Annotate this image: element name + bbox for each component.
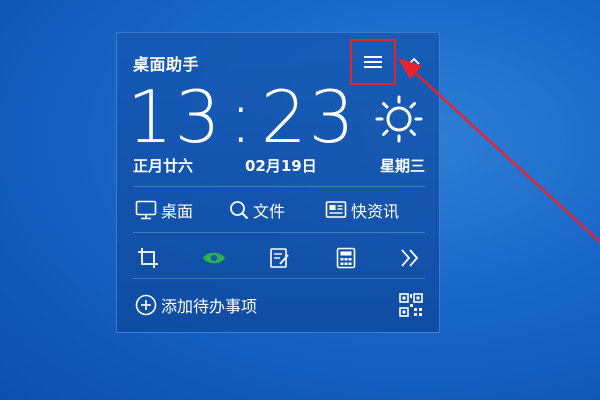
menu-button[interactable] — [350, 39, 396, 85]
double-chevron-right-icon — [401, 249, 419, 267]
hamburger-icon — [364, 56, 382, 68]
nav-news-label: 快资讯 — [351, 202, 400, 221]
divider — [133, 278, 425, 279]
eye-care-tool-button[interactable] — [201, 245, 227, 271]
tool-row — [133, 245, 425, 271]
screenshot-tool-button[interactable] — [135, 245, 161, 271]
divider — [133, 186, 425, 187]
more-tools-button[interactable] — [397, 245, 423, 271]
nav-desktop-button[interactable]: 桌面 — [135, 198, 193, 222]
chevron-up-icon — [408, 57, 420, 65]
divider — [133, 232, 425, 233]
edit-icon — [270, 248, 289, 268]
collapse-button[interactable] — [404, 51, 424, 71]
add-todo-label: 添加待办事项 — [161, 297, 258, 316]
crop-icon — [138, 248, 158, 268]
eye-icon — [203, 252, 225, 264]
monitor-icon — [135, 200, 157, 220]
news-icon — [325, 201, 347, 218]
clock-time: 13:23 — [127, 81, 359, 153]
clock-colon: : — [228, 75, 255, 159]
nav-desktop-label: 桌面 — [161, 202, 194, 221]
calculator-tool-button[interactable] — [333, 245, 359, 271]
nav-news-button[interactable]: 快资讯 — [325, 198, 399, 222]
clock-hours: 13 — [127, 75, 223, 159]
calculator-icon — [336, 247, 356, 269]
desktop-assistant-widget: 桌面助手 13:23 正月廿六 02月19日 星期三 桌面 文件 快资讯 添加待… — [116, 32, 440, 333]
clock-minutes: 23 — [260, 75, 357, 159]
qrcode-icon[interactable] — [399, 293, 423, 317]
add-todo-button[interactable]: 添加待办事项 — [135, 293, 257, 317]
nav-files-label: 文件 — [253, 202, 286, 221]
notes-tool-button[interactable] — [267, 245, 293, 271]
search-icon — [230, 201, 249, 220]
widget-title: 桌面助手 — [133, 55, 200, 74]
solar-date: 02月19日 — [245, 157, 317, 175]
nav-row: 桌面 文件 快资讯 — [133, 198, 425, 224]
lunar-date: 正月廿六 — [133, 157, 194, 175]
nav-files-button[interactable]: 文件 — [229, 198, 285, 222]
weekday: 星期三 — [379, 157, 425, 175]
plus-circle-icon — [135, 294, 157, 316]
sun-icon[interactable] — [375, 95, 423, 143]
